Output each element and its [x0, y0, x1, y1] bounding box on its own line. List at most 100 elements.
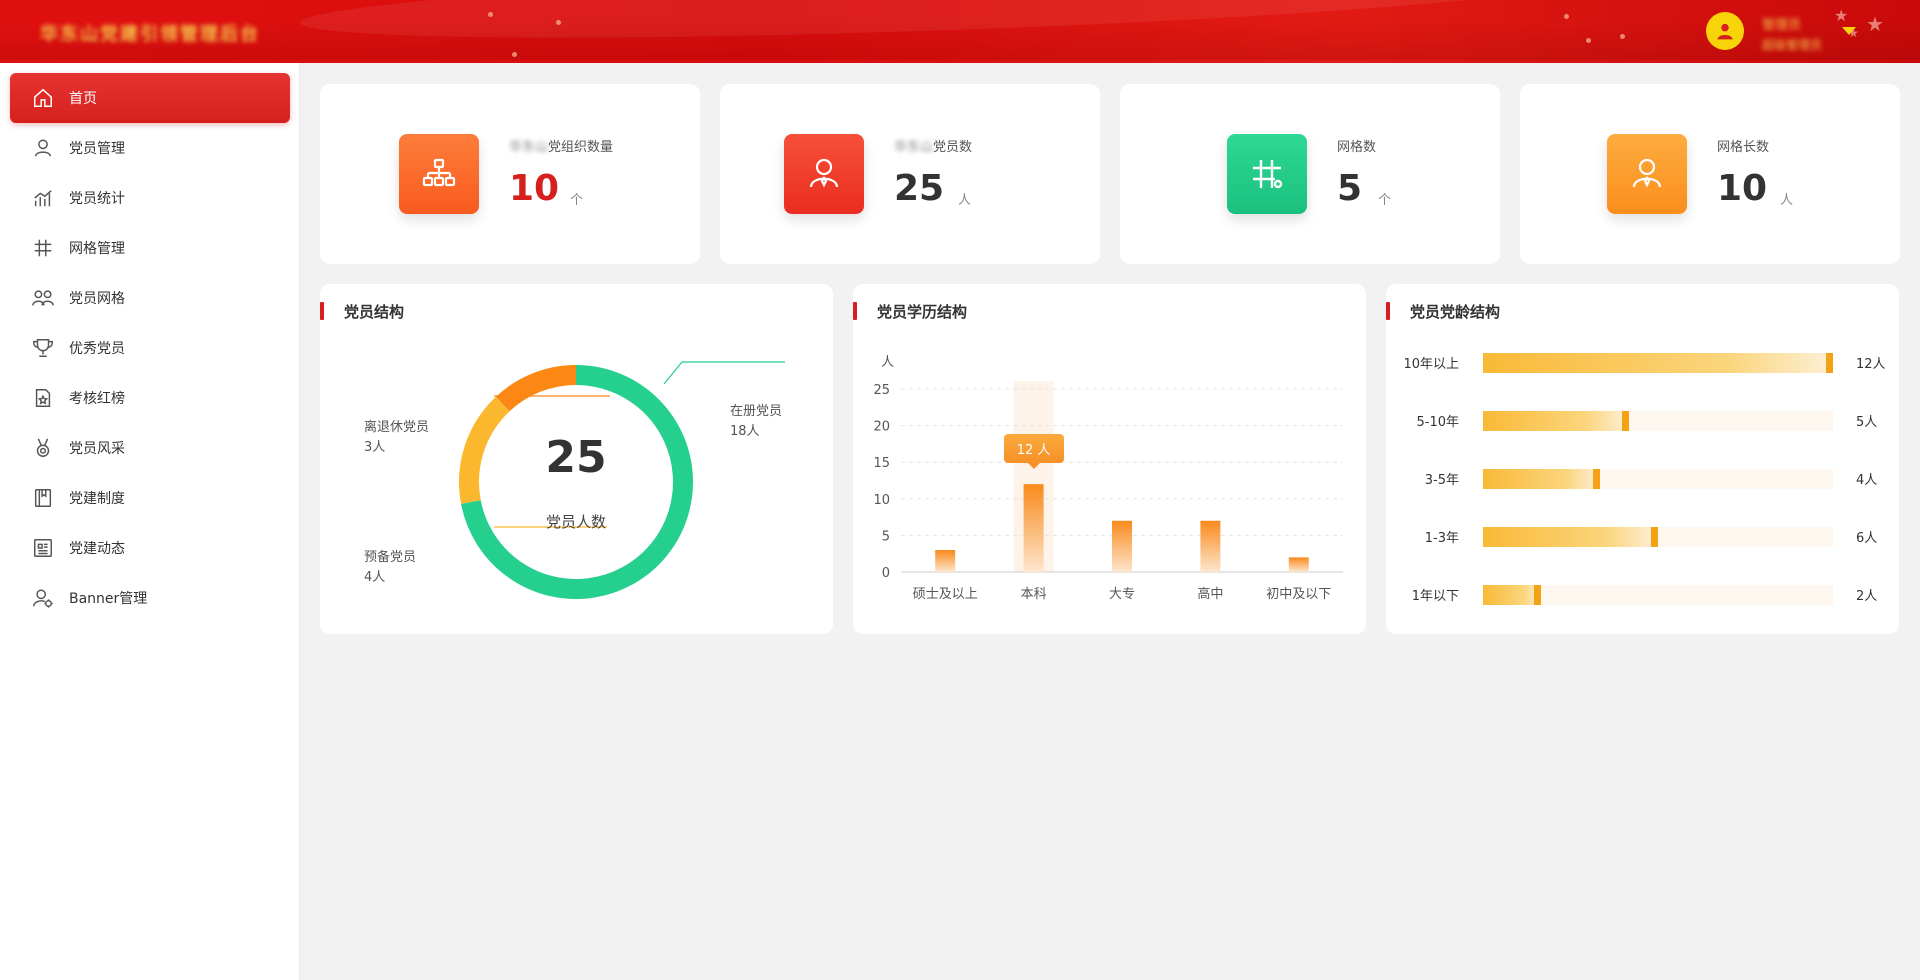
age-bar-track [1483, 469, 1833, 489]
bar[interactable] [1288, 557, 1309, 572]
age-category-label: 1-3年 [1424, 531, 1459, 546]
leader-icon [1607, 134, 1687, 214]
sidebar-item-label: 首页 [69, 91, 97, 107]
sidebar-item-member-grid[interactable]: 党员网格 [10, 273, 290, 323]
age-bar-cap [1592, 469, 1600, 489]
sidebar-item-label: 优秀党员 [69, 341, 125, 357]
sidebar-item-grid-management[interactable]: 网格管理 [10, 223, 290, 273]
age-row: 10年以上 12人 [1386, 347, 1899, 377]
slice-name: 预备党员 [364, 550, 417, 565]
user-menu-chevron-down-icon[interactable] [1842, 27, 1856, 35]
trophy-icon [32, 337, 54, 359]
decor-dot [1620, 34, 1625, 39]
sidebar-item-label: 网格管理 [69, 241, 125, 257]
blurred-org-name: 华东山 [894, 140, 934, 155]
banner-settings-icon [32, 587, 54, 609]
decor-dot [1564, 14, 1569, 19]
age-bar-fill [1483, 585, 1542, 605]
sidebar-item-home[interactable]: 首页 [10, 73, 290, 123]
home-icon [32, 87, 54, 109]
sidebar-item-label: Banner管理 [69, 591, 148, 607]
sidebar-item-party-rules[interactable]: 党建制度 [10, 473, 290, 523]
sidebar-item-assessment-board[interactable]: 考核红榜 [10, 373, 290, 423]
stat-label: 网格数 [1337, 140, 1377, 155]
age-category-label: 10年以上 [1403, 357, 1459, 372]
sidebar-item-label: 党建制度 [69, 491, 125, 507]
stat-label: 网格长数 [1717, 140, 1770, 155]
chart-icon [32, 187, 54, 209]
title-accent-bar [1386, 302, 1390, 320]
sidebar-item-banner-management[interactable]: Banner管理 [10, 573, 290, 623]
age-bar-cap [1534, 585, 1542, 605]
y-tick-label: 10 [873, 493, 890, 508]
blurred-org-name: 华东山 [509, 140, 549, 155]
user-name[interactable]: 管理员 [1762, 14, 1801, 33]
donut-slice-retired[interactable] [495, 365, 577, 412]
donut-label-probationary: 预备党员 4人 [364, 548, 416, 588]
user-icon [1717, 23, 1733, 40]
stat-unit: 个 [570, 193, 584, 208]
donut-label-registered: 在册党员 18人 [730, 402, 782, 442]
age-value-label: 6人 [1856, 531, 1878, 546]
decor-dot [556, 20, 561, 25]
slice-name: 离退休党员 [364, 420, 430, 435]
age-row: 1-3年 6人 [1386, 521, 1899, 551]
top-header: ★ ★ ★ 华东山党建引领管理后台 管理员 超级管理员 [0, 0, 1920, 63]
sidebar-item-excellent-members[interactable]: 优秀党员 [10, 323, 290, 373]
sidebar-item-member-statistics[interactable]: 党员统计 [10, 173, 290, 223]
header-shade [0, 20, 1920, 60]
age-value-label: 12人 [1856, 357, 1886, 372]
age-bar-track [1483, 527, 1833, 547]
age-bar-fill [1483, 527, 1658, 547]
panel-title-text: 党员党龄结构 [1410, 302, 1501, 321]
donut-slice-probationary[interactable] [459, 396, 510, 504]
stat-label: 华东山党员数 [894, 136, 972, 155]
age-value-label: 5人 [1856, 415, 1878, 430]
stat-card-grid-leaders: 网格长数 10 人 [1520, 84, 1900, 264]
stat-unit: 个 [1378, 193, 1392, 208]
app-title: 华东山党建引领管理后台 [40, 24, 260, 45]
leader-line-registered [663, 361, 785, 385]
bar[interactable] [1112, 520, 1132, 572]
sidebar-item-member-showcase[interactable]: 党员风采 [10, 423, 290, 473]
sidebar: 首页 党员管理 党员统计 网格管理 党员网格 优秀党员 考核红榜 党员风采 党建… [0, 63, 300, 980]
age-row: 3-5年 4人 [1386, 463, 1899, 493]
age-category-label: 3-5年 [1424, 473, 1459, 488]
grid-icon [32, 237, 54, 259]
panel-member-structure: 党员结构 25 党员人数 在册党员 18人 离退休党员 3人 预备党员 4人 [320, 284, 833, 634]
sidebar-item-party-news[interactable]: 党建动态 [10, 523, 290, 573]
age-category-label: 1年以下 [1411, 589, 1459, 604]
donut-center-label: 党员人数 [545, 513, 606, 531]
age-value-label: 2人 [1856, 589, 1878, 604]
member-icon [784, 134, 864, 214]
bar[interactable] [935, 550, 956, 572]
user-avatar[interactable] [1706, 12, 1744, 50]
decor-star-icon: ★ [1866, 12, 1884, 36]
sidebar-item-label: 党员网格 [69, 291, 125, 307]
person-icon [32, 137, 54, 159]
stat-value: 10 [1717, 168, 1768, 209]
donut-label-retired: 离退休党员 3人 [364, 418, 429, 458]
decor-star-icon: ★ [1834, 6, 1849, 25]
y-tick-label: 25 [873, 383, 890, 398]
stat-label: 华东山党组织数量 [509, 136, 613, 155]
book-icon [32, 487, 54, 509]
sidebar-item-label: 党员管理 [69, 141, 125, 157]
age-value-label: 4人 [1856, 473, 1878, 488]
y-tick-label: 0 [882, 566, 890, 581]
y-tick-label: 5 [882, 529, 890, 544]
age-bar-track [1483, 585, 1833, 605]
stat-card-grids: 网格数 5 个 [1120, 84, 1500, 264]
sidebar-item-label: 党员统计 [69, 191, 125, 207]
age-bar-fill [1483, 411, 1629, 431]
x-tick-label: 本科 [1021, 587, 1047, 602]
sidebar-item-member-management[interactable]: 党员管理 [10, 123, 290, 173]
medal-icon [32, 437, 54, 459]
age-bar-track [1483, 353, 1833, 373]
user-role: 超级管理员 [1762, 38, 1823, 52]
bar[interactable] [1023, 484, 1044, 572]
education-bar-chart: 人 0 5 10 15 20 25 硕士及以上 本科 大专 高中 初中及以下 [873, 355, 1343, 602]
bar[interactable] [1200, 520, 1221, 572]
people-icon [32, 287, 54, 309]
stat-value: 5 [1337, 168, 1363, 209]
